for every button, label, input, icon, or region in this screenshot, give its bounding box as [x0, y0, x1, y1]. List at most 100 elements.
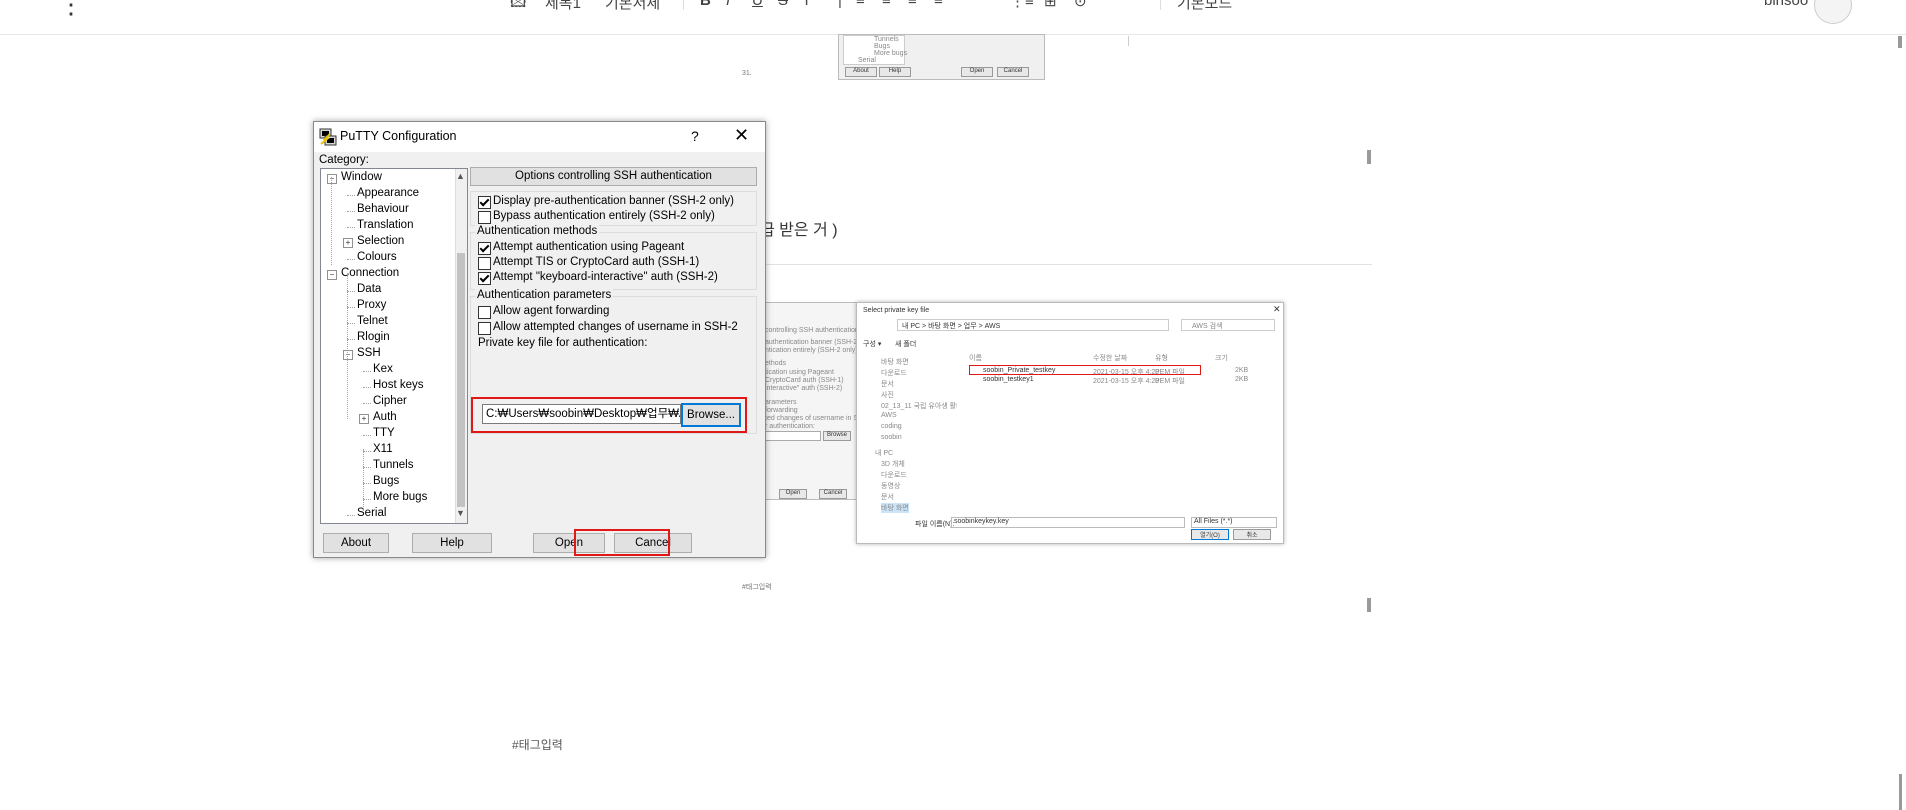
bypass-auth-checkbox[interactable] [478, 211, 491, 224]
expand-icon[interactable]: + [359, 414, 369, 424]
dialog-titlebar[interactable]: PuTTY Configuration ? ✕ [314, 122, 765, 152]
category-tree[interactable]: Window − Appearance Behaviour Translation Sel… [320, 168, 468, 524]
mode-select[interactable]: 기본모드 [1177, 0, 1232, 13]
tree-item-cipher[interactable]: Cipher [373, 395, 407, 407]
page-scrollbar[interactable] [1896, 36, 1904, 810]
tree-item-translation[interactable]: Translation [357, 219, 413, 231]
tree-item-connection[interactable]: Connection [341, 267, 399, 279]
category-label: Category: [319, 154, 369, 166]
nav-item: 바탕 화면 [881, 503, 909, 513]
help-button[interactable]: Help [412, 533, 492, 553]
display-banner-label[interactable]: Display pre-authentication banner (SSH-2… [493, 195, 734, 207]
nav-item: 바탕 화면 [881, 359, 909, 366]
file-size: 2KB [1235, 376, 1249, 383]
agent-forwarding-label[interactable]: Allow agent forwarding [493, 305, 609, 317]
tree-item-auth[interactable]: Auth [373, 411, 397, 423]
tree-item-serial[interactable]: Serial [357, 507, 386, 519]
keyboard-interactive-checkbox[interactable] [478, 272, 491, 285]
bg-text: tication using Pageant [765, 369, 834, 376]
tree-item-data[interactable]: Data [357, 283, 381, 295]
tree-item-tunnels[interactable]: Tunnels [373, 459, 414, 471]
image-resize-handle[interactable] [1367, 150, 1371, 164]
tree-item-appearance[interactable]: Appearance [357, 187, 419, 199]
text-color-button[interactable]: T [802, 0, 811, 9]
tree-item-ssh[interactable]: SSH [357, 347, 381, 359]
align-right-button[interactable]: ≡ [908, 0, 917, 9]
tis-label[interactable]: Attempt TIS or CryptoCard auth (SSH-1) [493, 256, 699, 268]
tree-item-tty[interactable]: TTY [373, 427, 395, 439]
avatar[interactable] [1814, 0, 1852, 24]
tree-item-kex[interactable]: Kex [373, 363, 393, 375]
tree-scrollbar-thumb[interactable] [457, 253, 465, 507]
about-button[interactable]: About [323, 533, 389, 553]
tree-item-rlogin[interactable]: Rlogin [357, 331, 390, 343]
italic-button[interactable]: I [726, 0, 730, 9]
file-dialog-path-bar: 내 PC > 바탕 화면 > 업무 > AWS [897, 319, 1169, 331]
username-change-checkbox[interactable] [478, 322, 491, 335]
nav-item: 내 PC [875, 450, 894, 457]
tree-item-telnet[interactable]: Telnet [357, 315, 388, 327]
keyboard-interactive-label[interactable]: Attempt "keyboard-interactive" auth (SSH… [493, 271, 718, 283]
bg-text: forwarding [765, 407, 798, 414]
image-edge [1128, 36, 1129, 46]
tree-item-selection[interactable]: Selection [357, 235, 404, 247]
body-text: 급 받은 거 ) [760, 222, 838, 239]
tree-item-host-keys[interactable]: Host keys [373, 379, 424, 391]
tree-connector [363, 449, 364, 511]
collapse-icon[interactable]: − [327, 270, 337, 280]
tree-item-colours[interactable]: Colours [357, 251, 397, 263]
tree-item-x11[interactable]: X11 [373, 443, 393, 455]
file-dialog-screenshot: Select private key file ✕ 내 PC > 바탕 화면 >… [856, 302, 1284, 544]
bg-cancel-button: Cancel [997, 67, 1029, 77]
file-dialog-col-type: 유형 [1155, 355, 1168, 362]
page-scrollbar-thumb[interactable] [1899, 774, 1902, 810]
tree-item-proxy[interactable]: Proxy [357, 299, 386, 311]
strike-button[interactable]: S [778, 0, 788, 9]
tree-connector [331, 177, 332, 265]
file-dialog-title: Select private key file [863, 307, 930, 314]
nav-item: 동영상 [881, 483, 901, 490]
kebab-menu-icon[interactable]: ⋮ [58, 0, 84, 17]
tree-item-more-bugs[interactable]: More bugs [373, 491, 427, 503]
chevron-up-icon[interactable]: ▲ [456, 171, 465, 181]
filename-field: soobinkeykey.key [951, 517, 1185, 528]
help-icon[interactable]: ? [691, 128, 699, 144]
tree-item-window[interactable]: Window [341, 171, 382, 183]
image-icon[interactable]: 🖾 [510, 0, 526, 17]
filename-label: 파일 이름(N): [915, 521, 955, 528]
underline-button[interactable]: U [752, 0, 763, 9]
tree-item-bugs[interactable]: Bugs [373, 475, 399, 487]
bg-help-button: Help [879, 67, 911, 77]
collapse-icon[interactable]: − [327, 174, 337, 184]
tag-input[interactable]: #태그입력 [512, 736, 563, 753]
toolbar-heading-select[interactable]: 제목1 [545, 0, 581, 13]
image-resize-handle[interactable] [1367, 598, 1371, 612]
expand-icon[interactable]: + [343, 238, 353, 248]
pageant-checkbox[interactable] [478, 242, 491, 255]
collapse-icon[interactable]: − [343, 350, 353, 360]
pageant-label[interactable]: Attempt authentication using Pageant [493, 241, 684, 253]
emoticon-button[interactable]: ⊙ [1074, 0, 1087, 10]
file-dialog-new-folder: 새 폴더 [895, 341, 917, 348]
bypass-auth-label[interactable]: Bypass authentication entirely (SSH-2 on… [493, 210, 715, 222]
close-icon[interactable]: ✕ [734, 125, 749, 146]
tis-checkbox[interactable] [478, 257, 491, 270]
table-button[interactable]: ⊞ [1044, 0, 1057, 10]
agent-forwarding-checkbox[interactable] [478, 306, 491, 319]
bold-button[interactable]: B [700, 0, 711, 9]
align-center-button[interactable]: ≡ [882, 0, 891, 9]
toolbar-font-select[interactable]: 기본서체 [605, 0, 660, 13]
align-justify-button[interactable]: ≡ [934, 0, 943, 9]
tree-connector [347, 195, 355, 196]
align-left-button[interactable]: ≡ [856, 0, 865, 9]
bg-browse-button: Browse [823, 431, 851, 441]
display-banner-checkbox[interactable] [478, 196, 491, 209]
list-button[interactable]: ⋮≡ [1010, 0, 1034, 10]
tree-connector [347, 227, 355, 228]
tree-item-behaviour[interactable]: Behaviour [357, 203, 409, 215]
chevron-down-icon[interactable]: ▼ [456, 508, 465, 518]
tree-connector [363, 403, 371, 404]
open-highlight-box [574, 529, 670, 556]
username-change-label[interactable]: Allow attempted changes of username in S… [493, 321, 738, 333]
file-dialog-organize: 구성 ▾ [863, 341, 882, 348]
